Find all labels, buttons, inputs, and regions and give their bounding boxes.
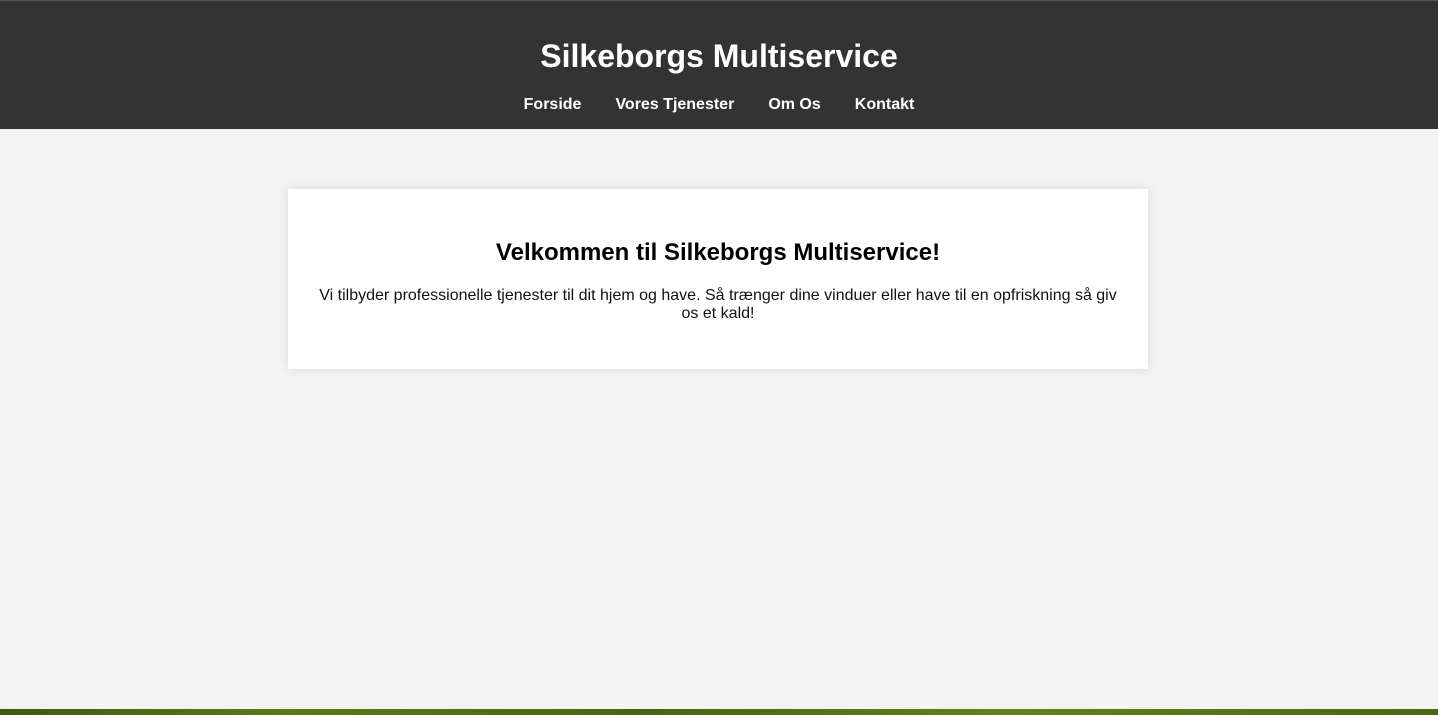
welcome-card: Velkommen til Silkeborgs Multiservice! V…: [288, 189, 1148, 369]
nav-link-forside[interactable]: Forside: [507, 95, 599, 115]
background-image-strip: [0, 709, 1438, 715]
site-title: Silkeborgs Multiservice: [540, 38, 898, 74]
page: Silkeborgs Multiservice Forside Vores Tj…: [0, 0, 1438, 709]
site-header: Silkeborgs Multiservice Forside Vores Tj…: [0, 0, 1438, 129]
main-nav: Forside Vores Tjenester Om Os Kontakt: [0, 95, 1438, 115]
welcome-heading: Velkommen til Silkeborgs Multiservice!: [495, 239, 941, 266]
nav-link-kontakt[interactable]: Kontakt: [838, 95, 932, 115]
nav-link-om-os[interactable]: Om Os: [751, 95, 837, 115]
welcome-text: Vi tilbyder professionelle tjenester til…: [319, 287, 1117, 322]
nav-link-vores-tjenester[interactable]: Vores Tjenester: [598, 95, 751, 115]
